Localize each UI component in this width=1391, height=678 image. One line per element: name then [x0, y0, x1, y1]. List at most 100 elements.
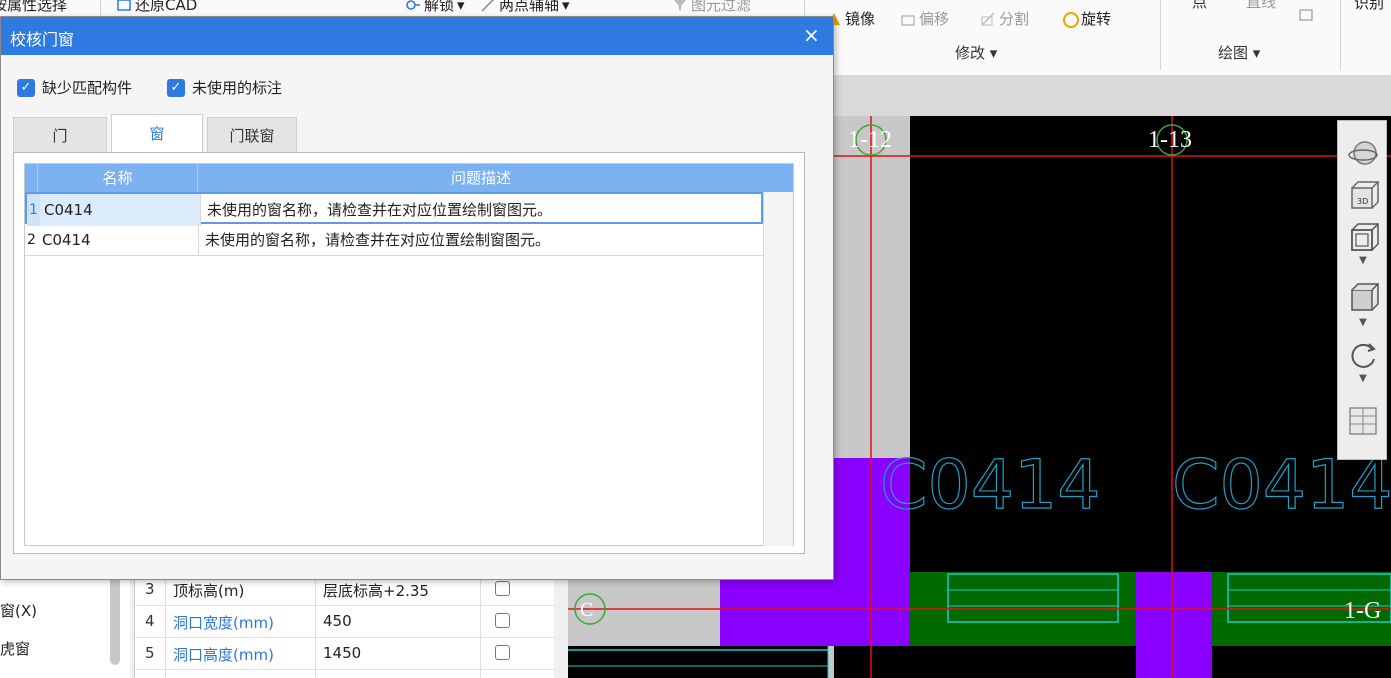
- grid-empty-column: [763, 192, 793, 546]
- draw-group-label[interactable]: 绘图 ▾: [1218, 42, 1260, 63]
- select-by-attribute-button[interactable]: 按属性选择: [0, 0, 67, 15]
- ribbon-separator: [1160, 0, 1161, 70]
- row-number-header: [25, 164, 38, 192]
- unlock-button[interactable]: 解锁 ▾: [405, 0, 465, 15]
- cell-description[interactable]: 未使用的窗名称，请检查并在对应位置绘制窗图元。: [199, 224, 763, 256]
- rotate-icon: [1062, 11, 1079, 28]
- view-toolbar: 3D ▼ ▼ ▼: [1337, 120, 1387, 460]
- table-row[interactable]: 2 C0414 未使用的窗名称，请检查并在对应位置绘制窗图元。: [25, 224, 763, 256]
- filter-icon: [672, 0, 688, 13]
- property-checkbox[interactable]: [495, 613, 510, 628]
- cell-name[interactable]: C0414: [40, 194, 201, 226]
- layer-filter-label: 图元过滤: [691, 0, 752, 14]
- unlock-label: 解锁: [424, 0, 455, 14]
- recognize-button[interactable]: 识别: [1354, 0, 1384, 13]
- rectangle-icon: [1298, 6, 1314, 22]
- purple-column: [1136, 572, 1212, 678]
- property-checkbox[interactable]: [495, 645, 510, 660]
- modify-group-text: 修改: [955, 44, 986, 62]
- property-checkbox[interactable]: [495, 581, 510, 596]
- property-value[interactable]: 1450: [323, 644, 361, 662]
- axis-label: 1-G: [1344, 598, 1381, 624]
- property-name: 洞口宽度(mm): [173, 614, 274, 632]
- list-item[interactable]: 虎窗: [0, 638, 30, 659]
- cell-description[interactable]: 未使用的窗名称，请检查并在对应位置绘制窗图元。: [201, 194, 765, 226]
- offset-label: 偏移: [919, 10, 950, 28]
- checkbox-checked-icon[interactable]: ✓: [167, 78, 185, 97]
- draw-group-text: 绘图: [1218, 44, 1249, 62]
- point-label: 点: [1192, 0, 1208, 11]
- list-item[interactable]: 窗(X): [0, 600, 37, 621]
- mirror-label: 镜像: [845, 10, 876, 28]
- cad-black-area: [568, 646, 828, 678]
- dialog-titlebar[interactable]: 校核门窗 ×: [1, 17, 833, 55]
- axis-label: 1-12: [848, 127, 892, 153]
- option-label: 未使用的标注: [192, 79, 283, 97]
- two-point-axis-label: 两点辅轴: [499, 0, 560, 14]
- tab-door-window[interactable]: 门联窗: [207, 117, 297, 153]
- grid-header: 名称 问题描述: [25, 164, 793, 192]
- point-button[interactable]: 点: [1192, 0, 1207, 12]
- column-divider: [480, 570, 481, 678]
- dialog-title: 校核门窗: [10, 30, 75, 49]
- chevron-down-icon[interactable]: ▼: [1347, 373, 1379, 387]
- split-icon: [980, 11, 996, 27]
- restore-cad-button[interactable]: 还原CAD: [116, 0, 197, 15]
- tab-door[interactable]: 门: [13, 117, 107, 153]
- close-icon[interactable]: ×: [803, 23, 820, 47]
- property-value[interactable]: 450: [323, 612, 352, 630]
- recognize-label: 识别: [1354, 0, 1385, 12]
- offset-button[interactable]: 偏移: [900, 8, 949, 29]
- chevron-down-icon[interactable]: ▼: [1347, 317, 1379, 331]
- row-number: 1: [27, 194, 40, 226]
- row-number: 5: [145, 644, 155, 662]
- chevron-down-icon[interactable]: ▼: [1347, 255, 1379, 269]
- window-tab-panel: 名称 问题描述 1 C0414 未使用的窗名称，请检查并在对应位置绘制窗图元。 …: [13, 152, 805, 554]
- table-row[interactable]: 5 洞口高度(mm) 1450: [135, 638, 555, 670]
- list-item-label: 虎窗: [0, 640, 31, 658]
- chevron-down-icon: ▾: [457, 0, 465, 14]
- property-name: 顶标高(m): [173, 582, 245, 600]
- grid-settings-icon[interactable]: [1347, 405, 1379, 437]
- issues-grid: 名称 问题描述 1 C0414 未使用的窗名称，请检查并在对应位置绘制窗图元。 …: [24, 163, 794, 546]
- line-label: 直线: [1246, 0, 1277, 11]
- line-button[interactable]: 直线: [1246, 0, 1276, 12]
- rotate-button[interactable]: 旋转: [1062, 8, 1111, 29]
- tab-label: 门: [52, 127, 68, 145]
- layer-filter-button[interactable]: 图元过滤: [672, 0, 751, 15]
- modify-group-label[interactable]: 修改 ▾: [955, 42, 997, 63]
- window-label: C0414: [880, 446, 1101, 525]
- column-header-name[interactable]: 名称: [38, 164, 198, 192]
- tab-label: 窗: [149, 125, 165, 143]
- option-unused-annotation[interactable]: ✓ 未使用的标注: [167, 77, 282, 98]
- split-button[interactable]: 分割: [980, 8, 1029, 29]
- axis-label: 1-13: [1148, 127, 1192, 153]
- solid-box-icon[interactable]: [1347, 281, 1380, 313]
- tab-label: 门联窗: [229, 127, 275, 145]
- orbit-icon[interactable]: [1347, 137, 1379, 169]
- table-row[interactable]: 4 洞口宽度(mm) 450: [135, 606, 555, 638]
- svg-text:3D: 3D: [1357, 197, 1368, 206]
- check-door-window-dialog: 校核门窗 × ✓ 缺少匹配构件 ✓ 未使用的标注 门 窗 门联窗 名称 问题描述: [0, 16, 834, 580]
- list-scrollbar[interactable]: [110, 570, 120, 665]
- column-header-description[interactable]: 问题描述: [199, 164, 763, 192]
- box-view-icon[interactable]: [1347, 221, 1380, 253]
- rect-draw-button[interactable]: [1298, 6, 1314, 22]
- option-missing-component[interactable]: ✓ 缺少匹配构件: [17, 77, 132, 98]
- split-label: 分割: [999, 10, 1030, 28]
- row-number: 3: [145, 580, 155, 598]
- checkbox-checked-icon[interactable]: ✓: [17, 78, 35, 97]
- tab-window[interactable]: 窗: [111, 114, 203, 153]
- table-row[interactable]: 1 C0414 未使用的窗名称，请检查并在对应位置绘制窗图元。: [25, 192, 765, 226]
- drawing-tab-strip: [834, 76, 1391, 116]
- property-value[interactable]: 层底标高+2.35: [323, 580, 429, 601]
- offset-icon: [900, 11, 916, 27]
- cell-name[interactable]: C0414: [38, 224, 199, 256]
- rotate-view-icon[interactable]: [1347, 339, 1379, 371]
- properties-table: 3 顶标高(m) 层底标高+2.35 4 洞口宽度(mm) 450 5 洞口高度…: [134, 570, 555, 678]
- restore-cad-icon: [116, 0, 132, 13]
- app-window: 按属性选择 还原CAD 解锁 ▾ 两点辅轴 ▾ 图元过滤 镜像 偏移: [0, 0, 1391, 678]
- 3d-view-icon[interactable]: 3D: [1347, 179, 1380, 211]
- two-point-axis-button[interactable]: 两点辅轴 ▾: [480, 0, 570, 15]
- ribbon-separator: [1340, 0, 1341, 70]
